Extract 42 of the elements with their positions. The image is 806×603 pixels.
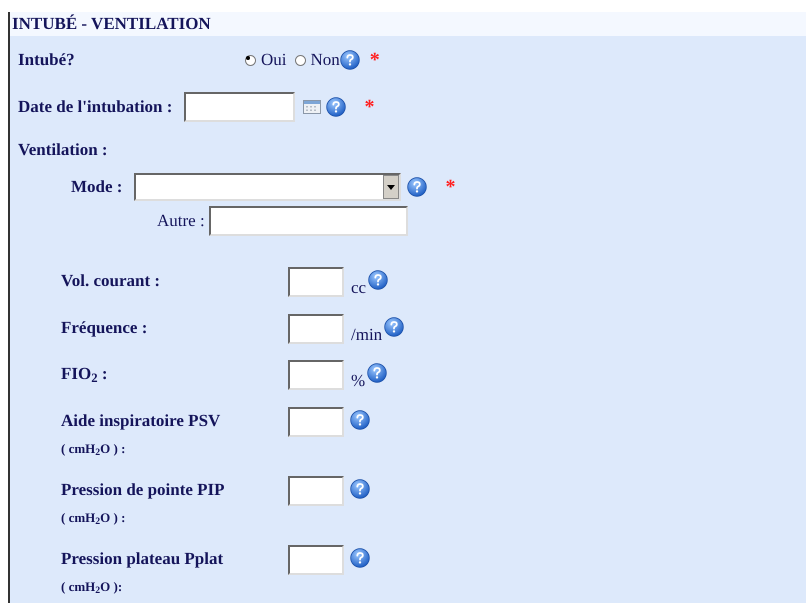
help-icon[interactable] [340, 50, 360, 70]
unit-note: ( cmH$_{2}$O ) : [61, 440, 126, 456]
help-icon[interactable] [350, 410, 370, 430]
unit-note: ( cmH$_{2}$O ) : [61, 510, 126, 524]
required-mark: * [364, 97, 374, 117]
help-icon[interactable] [326, 97, 346, 117]
field-label: Autre : [157, 210, 205, 232]
other-field[interactable] [208, 206, 408, 236]
field-label: FIO$_{2}$ : [61, 364, 108, 383]
field-label: Pression de pointe PIP [61, 480, 225, 498]
field-label: Intubé? [18, 49, 76, 72]
field-label: Vol. courant : [61, 271, 160, 290]
field-label: Fréquence : [61, 318, 148, 336]
help-icon[interactable] [350, 478, 370, 498]
field-label: Date de l'intubation : [18, 96, 172, 118]
radio-option[interactable]: Oui [245, 47, 286, 73]
calendar-icon[interactable] [303, 100, 322, 114]
required-mark: * [370, 50, 380, 70]
field-label: Pression plateau Pplat [61, 548, 224, 568]
help-icon[interactable] [350, 548, 370, 568]
date-field[interactable] [184, 92, 296, 122]
radio-option[interactable]: Non [294, 47, 340, 73]
text-field[interactable] [288, 314, 344, 344]
text-field[interactable] [288, 267, 344, 297]
help-icon[interactable] [384, 316, 404, 336]
help-icon[interactable] [407, 177, 428, 197]
required-mark: * [445, 177, 456, 197]
text-field[interactable] [288, 476, 344, 506]
text-field[interactable] [288, 360, 344, 390]
mode-dropdown[interactable] [134, 173, 402, 201]
section-title: INTUBÉ - VENTILATION [10, 12, 806, 36]
unit-label: /min [351, 324, 382, 346]
text-field[interactable] [288, 406, 344, 436]
field-label: Mode : [71, 176, 122, 198]
unit-note: ( cmH$_{2}$O ): [61, 578, 122, 594]
field-label: Ventilation : [18, 139, 108, 161]
field-label: Aide inspiratoire PSV [61, 410, 220, 430]
text-field[interactable] [288, 544, 344, 574]
unit-label: % [351, 370, 366, 392]
help-icon[interactable] [368, 270, 388, 290]
unit-label: cc [351, 277, 366, 299]
help-icon[interactable] [367, 363, 388, 383]
